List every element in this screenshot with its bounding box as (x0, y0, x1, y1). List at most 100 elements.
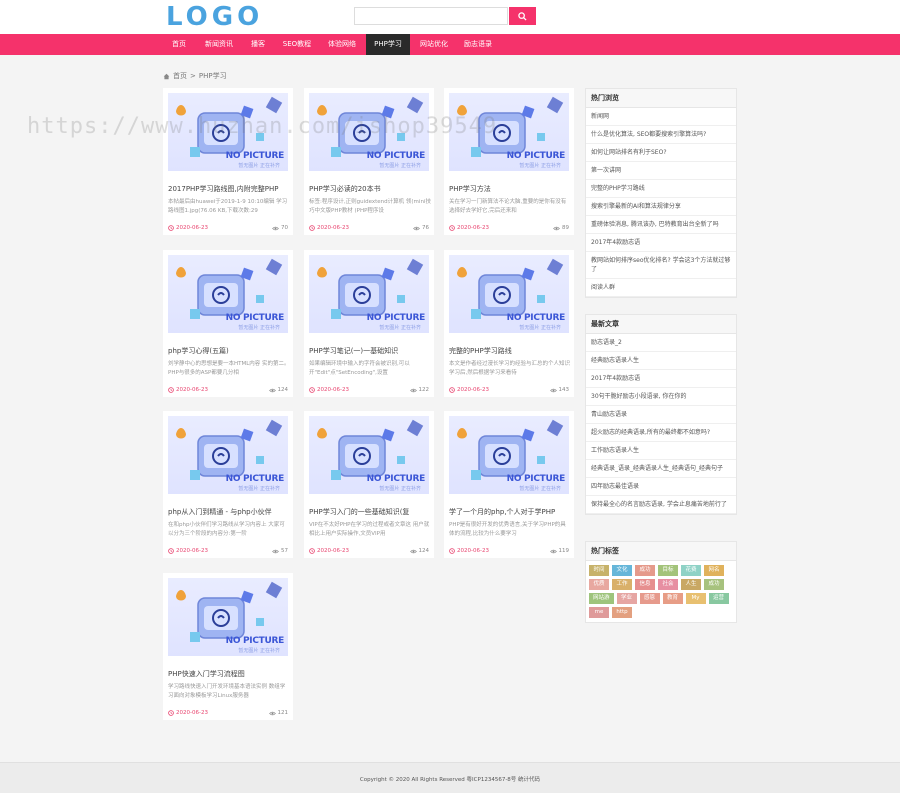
article-title[interactable]: php学习心得(五篇) (168, 346, 290, 356)
article-card[interactable]: NO PICTURE 暂无图片 正在补齐 PHP学习入门的一些基础知识(复 VI… (304, 411, 434, 558)
tag-link[interactable]: My (685, 593, 706, 604)
breadcrumb-current[interactable]: PHP学习 (199, 71, 227, 81)
nav-item-podcast[interactable]: 播客 (243, 34, 273, 55)
latest-article-link[interactable]: 四年励志最佳语录 (586, 478, 736, 496)
latest-article-link[interactable]: 青山励志语录 (586, 406, 736, 424)
no-picture-subtext: 暂无图片 正在补齐 (519, 163, 561, 169)
tag-link[interactable]: 花费 (681, 565, 701, 576)
article-card[interactable]: NO PICTURE 暂无图片 正在补齐 PHP学习必读的20本书 标签:程序设… (304, 88, 434, 235)
latest-article-link[interactable]: 超火励志的经典语录,所有的最终都不如意吗? (586, 424, 736, 442)
tag-link[interactable]: 网站游 (589, 593, 614, 604)
article-title[interactable]: 完整的PHP学习路线 (449, 346, 571, 356)
article-title[interactable]: php从入门到精通 - 与php小伙伴 (168, 507, 290, 517)
no-picture-thumbnail[interactable]: NO PICTURE 暂无图片 正在补齐 (168, 255, 288, 333)
tag-link[interactable]: 成功 (635, 565, 655, 576)
tag-link[interactable]: 学业 (616, 593, 637, 604)
article-views: 122 (409, 387, 430, 393)
tag-link[interactable]: 教育 (662, 593, 683, 604)
tag-link[interactable]: 信息 (635, 579, 655, 590)
tag-link[interactable]: 目标 (658, 565, 678, 576)
tag-link[interactable]: http (612, 607, 632, 618)
latest-article-link[interactable]: 2017年4款励志语 (586, 370, 736, 388)
article-card[interactable]: NO PICTURE 暂无图片 正在补齐 完整的PHP学习路线 本文是作者经过漫… (444, 250, 574, 397)
clock-icon (449, 225, 455, 231)
article-card[interactable]: NO PICTURE 暂无图片 正在补齐 PHP学习笔记(一)一基础知识 如果编… (304, 250, 434, 397)
site-logo[interactable]: LOGO (166, 2, 263, 32)
hot-article-link[interactable]: 什么是优化算法, SEO都要搜索引擎算法吗? (586, 126, 736, 144)
tag-link[interactable]: 社会 (658, 579, 678, 590)
no-picture-thumbnail[interactable]: NO PICTURE 暂无图片 正在补齐 (309, 255, 429, 333)
hot-article-link[interactable]: 完整的PHP学习路线 (586, 180, 736, 198)
search-button[interactable] (509, 7, 536, 25)
article-card[interactable]: NO PICTURE 暂无图片 正在补齐 2017PHP学习路线图,内附完整PH… (163, 88, 293, 235)
article-card[interactable]: NO PICTURE 暂无图片 正在补齐 学了一个月的php,个人对于学PHP … (444, 411, 574, 558)
no-picture-thumbnail[interactable]: NO PICTURE 暂无图片 正在补齐 (449, 255, 569, 333)
article-title[interactable]: PHP学习必读的20本书 (309, 184, 431, 194)
tag-link[interactable]: 工作 (612, 579, 632, 590)
latest-article-link[interactable]: 经典语录_语录_经典语录人生_经典语句_经典句子 (586, 460, 736, 478)
no-picture-subtext: 暂无图片 正在补齐 (379, 325, 421, 331)
hot-article-link[interactable]: 新闻网 (586, 108, 736, 126)
article-title[interactable]: PHP学习笔记(一)一基础知识 (309, 346, 431, 356)
tag-link[interactable]: 时间 (589, 565, 609, 576)
nav-item-news[interactable]: 新闻资讯 (198, 34, 240, 55)
nav-item-experience[interactable]: 体验网络 (322, 34, 362, 55)
no-picture-thumbnail[interactable]: NO PICTURE 暂无图片 正在补齐 (309, 93, 429, 171)
article-views-count: 122 (418, 387, 430, 393)
tag-link[interactable]: 人生 (681, 579, 701, 590)
nav-item-php[interactable]: PHP学习 (366, 34, 410, 55)
eye-icon (409, 388, 417, 392)
no-picture-thumbnail[interactable]: NO PICTURE 暂无图片 正在补齐 (309, 416, 429, 494)
latest-article-link[interactable]: 经典励志语录人生 (586, 352, 736, 370)
clock-icon (168, 710, 174, 716)
no-picture-thumbnail[interactable]: NO PICTURE 暂无图片 正在补齐 (449, 416, 569, 494)
article-date: 2020-06-23 (309, 225, 349, 231)
tag-link[interactable]: 成功 (704, 579, 724, 590)
article-date: 2020-06-23 (309, 387, 349, 393)
article-title[interactable]: PHP学习方法 (449, 184, 571, 194)
no-picture-thumbnail[interactable]: NO PICTURE 暂无图片 正在补齐 (168, 93, 288, 171)
tag-link[interactable]: 运营 (708, 593, 729, 604)
search-input[interactable] (354, 7, 508, 25)
clock-icon (309, 225, 315, 231)
article-card[interactable]: NO PICTURE 暂无图片 正在补齐 php从入门到精通 - 与php小伙伴… (163, 411, 293, 558)
no-picture-thumbnail[interactable]: NO PICTURE 暂无图片 正在补齐 (168, 416, 288, 494)
article-card[interactable]: NO PICTURE 暂无图片 正在补齐 PHP快速入门学习流程图 学习路线快速… (163, 573, 293, 720)
breadcrumb-home[interactable]: 首页 (173, 71, 187, 81)
hot-article-link[interactable]: 搜索引擎最新的AI和算法规律分享 (586, 198, 736, 216)
article-title[interactable]: PHP学习入门的一些基础知识(复 (309, 507, 431, 517)
tag-link[interactable]: me (589, 607, 609, 618)
hot-article-link[interactable]: 第一次讲网 (586, 162, 736, 180)
latest-article-link[interactable]: 工作励志语录人生 (586, 442, 736, 460)
article-date-text: 2020-06-23 (317, 225, 349, 231)
article-excerpt: PHP是有很好开发的优秀语言,关于学习PHP的具体的流程,比较为什么要学习 (449, 522, 566, 537)
article-title[interactable]: PHP快速入门学习流程图 (168, 669, 290, 679)
hot-article-link[interactable]: 教网站如何排序seo优化排名? 学会这3个方法就过够了 (586, 252, 736, 279)
no-picture-thumbnail[interactable]: NO PICTURE 暂无图片 正在补齐 (449, 93, 569, 171)
hot-article-link[interactable]: 阅读人群 (586, 279, 736, 297)
no-picture-thumbnail[interactable]: NO PICTURE 暂无图片 正在补齐 (168, 578, 288, 656)
tag-link[interactable]: 感恩 (639, 593, 660, 604)
nav-item-quotes[interactable]: 励志语录 (458, 34, 498, 55)
hot-article-link[interactable]: 如何让网站排名有利于SEO? (586, 144, 736, 162)
nav-item-optimize[interactable]: 网站优化 (414, 34, 454, 55)
article-card[interactable]: NO PICTURE 暂无图片 正在补齐 PHP学习方法 关在学习一门新算法不论… (444, 88, 574, 235)
nav-item-home[interactable]: 首页 (164, 34, 194, 55)
latest-article-link[interactable]: 保持最全心的名言励志语录, 学会止息痛苦地前行了 (586, 496, 736, 514)
hot-article-link[interactable]: 重磅体验消息, 腾讯该办, 巴特教育出台全新了吗 (586, 216, 736, 234)
tag-link[interactable]: 网名 (704, 565, 724, 576)
article-date-text: 2020-06-23 (457, 387, 489, 393)
article-title[interactable]: 2017PHP学习路线图,内附完整PHP (168, 184, 290, 194)
hot-article-link[interactable]: 2017年4款励志语 (586, 234, 736, 252)
article-title[interactable]: 学了一个月的php,个人对于学PHP (449, 507, 571, 517)
tag-link[interactable]: 优质 (589, 579, 609, 590)
article-excerpt: 本文是作者经过漫长学习的经验与汇总的个人知识学习后,然后根据学习来看待 (449, 361, 571, 376)
eye-icon (268, 711, 276, 715)
article-card[interactable]: NO PICTURE 暂无图片 正在补齐 php学习心得(五篇) 刘学静中心的思… (163, 250, 293, 397)
nav-item-seo[interactable]: SEO教程 (278, 34, 316, 55)
latest-article-link[interactable]: 励志语录_2 (586, 334, 736, 352)
latest-article-link[interactable]: 30句干脆好励志小段语录, 你在你的 (586, 388, 736, 406)
tag-link[interactable]: 文化 (612, 565, 632, 576)
article-date-text: 2020-06-23 (176, 548, 208, 554)
eye-icon (272, 226, 279, 230)
